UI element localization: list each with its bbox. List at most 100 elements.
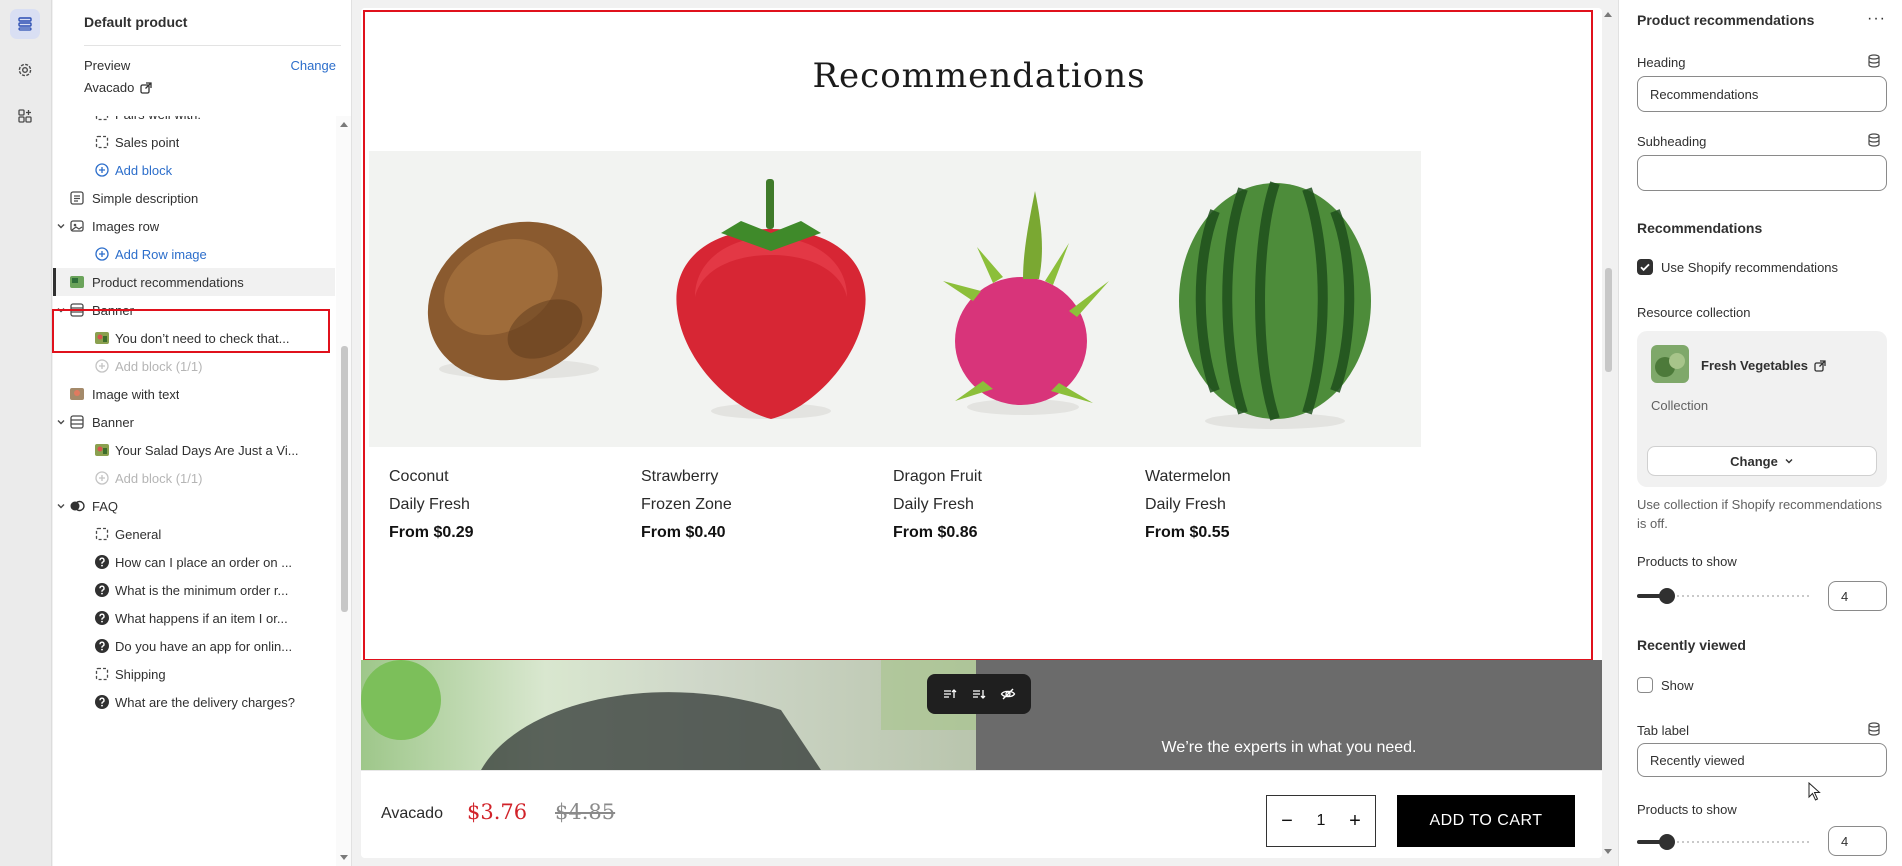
slider-handle[interactable] [1659,588,1675,604]
tree-item-general[interactable]: General [53,520,335,548]
use-shopify-recommendations-checkbox[interactable] [1637,259,1653,275]
chevron-down-icon[interactable] [55,220,67,232]
tree-item-label: Do you have an app for onlin... [115,639,293,654]
sale-price: $3.76 [467,800,528,824]
banner-text-panel: We’re the experts in what you need. [976,660,1602,770]
collection-link[interactable]: Fresh Vegetables [1701,358,1826,373]
tab-label-input[interactable]: Recently viewed [1637,743,1887,777]
tree-item-product-recommendations[interactable]: Product recommendations [53,268,335,296]
tree-item-image-with-text[interactable]: Image with text [53,380,335,408]
tree-item-do-you-have-an-app-for-onlin[interactable]: Do you have an app for onlin... [53,632,335,660]
sections-scrollbar[interactable] [336,116,351,866]
move-up-button[interactable] [940,684,960,704]
scroll-down-arrow[interactable] [1604,849,1612,854]
product-name[interactable]: Coconut [389,468,449,486]
change-collection-button[interactable]: Change [1647,446,1877,476]
add-to-cart-button[interactable]: ADD TO CART [1397,795,1575,847]
subheading-input[interactable] [1637,155,1887,191]
tree-item-what-happens-if-an-item-i-or[interactable]: What happens if an item I or... [53,604,335,632]
image-thumb-icon [94,442,110,458]
sections-rail-button[interactable] [10,9,40,39]
hide-section-button[interactable] [998,684,1018,704]
vegetables-image [1655,353,1685,377]
use-shopify-recommendations-label[interactable]: Use Shopify recommendations [1661,260,1838,275]
product-thumb-icon [69,274,85,290]
storefront-preview: Recommendations Coconut Daily Fresh From… [361,8,1602,858]
increase-quantity-button[interactable]: + [1345,811,1365,831]
product-image-watermelon[interactable] [1125,151,1421,447]
tree-item-add-row-image[interactable]: Add Row image [53,240,335,268]
tree-item-label: Simple description [92,191,199,206]
blender-image [361,660,976,770]
tree-item-sales-point[interactable]: Sales point [53,128,335,156]
chevron-down-icon[interactable] [55,416,67,428]
image-section-icon [69,218,85,234]
show-recently-viewed-checkbox[interactable] [1637,677,1653,693]
block-icon [94,116,110,122]
recently-viewed-products-input[interactable]: 4 [1828,826,1887,856]
tree-item-what-are-the-delivery-charges[interactable]: What are the delivery charges? [53,688,335,716]
product-price: From $0.29 [389,524,474,541]
preview-product-link[interactable]: Avacado [84,80,153,95]
sections-panel: Default product Preview Change Avacado P… [53,0,352,866]
products-to-show-input[interactable]: 4 [1828,581,1887,611]
recently-viewed-products-slider[interactable] [1637,834,1812,850]
apps-rail-button[interactable] [10,101,40,131]
dynamic-source-icon[interactable] [1867,54,1881,68]
scroll-thumb[interactable] [341,346,348,612]
scroll-up-arrow[interactable] [340,122,348,127]
products-to-show-label: Products to show [1637,554,1737,569]
products-to-show-slider[interactable] [1637,588,1812,604]
tree-item-what-is-the-minimum-order-r[interactable]: What is the minimum order r... [53,576,335,604]
recommendations-subtitle: Recommendations [1637,220,1763,236]
tree-item-add-block[interactable]: Add block [53,156,335,184]
dynamic-source-icon[interactable] [1867,133,1881,147]
tree-item-simple-description[interactable]: Simple description [53,184,335,212]
product-name[interactable]: Dragon Fruit [893,468,982,486]
tree-item-label: What is the minimum order r... [115,583,289,598]
scroll-down-arrow[interactable] [340,855,348,860]
preview-label: Preview [84,58,131,73]
tree-item-add-block-1-1[interactable]: Add block (1/1) [53,464,335,492]
move-down-button[interactable] [969,684,989,704]
block-icon [94,666,110,682]
decrease-quantity-button[interactable]: − [1277,811,1297,831]
scroll-thumb[interactable] [1605,268,1612,372]
section-tree: Pairs well with: Sales point Add block Simp… [53,116,335,866]
tree-item-faq[interactable]: FAQ [53,492,335,520]
preview-scrollbar[interactable] [1603,0,1613,866]
tree-item-label: How can I place an order on ... [115,555,293,570]
settings-rail-button[interactable] [10,55,40,85]
heading-input[interactable]: Recommendations [1637,76,1887,112]
show-recently-viewed-label[interactable]: Show [1661,678,1694,693]
tree-item-shipping[interactable]: Shipping [53,660,335,688]
image-text-thumb-icon [69,386,85,402]
editor-rail [0,0,52,866]
selected-section-outline [52,309,330,353]
faq-section-icon [69,498,85,514]
scroll-up-arrow[interactable] [1604,12,1612,17]
tree-item-banner[interactable]: Banner [53,408,335,436]
section-settings-panel: Product recommendations ··· Heading Reco… [1618,0,1902,866]
product-name[interactable]: Strawberry [641,468,718,486]
dynamic-source-icon[interactable] [1867,722,1881,736]
more-actions-button[interactable]: ··· [1867,10,1886,28]
theme-editor: Default product Preview Change Avacado P… [0,0,1902,866]
tree-item-pairs-well-with[interactable]: Pairs well with: [53,116,335,128]
quantity-value[interactable]: 1 [1317,812,1326,830]
product-recommendations-section[interactable]: Recommendations Coconut Daily Fresh From… [361,8,1602,660]
product-name[interactable]: Watermelon [1145,468,1231,486]
tree-item-add-block-1-1[interactable]: Add block (1/1) [53,352,335,380]
slider-handle[interactable] [1659,834,1675,850]
tree-item-label: Shipping [115,667,166,682]
tree-item-label: Product recommendations [92,275,244,290]
tree-item-images-row[interactable]: Images row [53,212,335,240]
tree-item-label: Add Row image [115,247,207,262]
product-vendor: Daily Fresh [389,496,470,513]
tree-item-how-can-i-place-an-order-on[interactable]: How can I place an order on ... [53,548,335,576]
template-title: Default product [84,14,188,30]
change-preview-link[interactable]: Change [290,58,336,73]
chevron-down-icon[interactable] [55,500,67,512]
product-price: From $0.55 [1145,524,1230,541]
tree-item-your-salad-days-are-just-a-vi[interactable]: Your Salad Days Are Just a Vi... [53,436,335,464]
